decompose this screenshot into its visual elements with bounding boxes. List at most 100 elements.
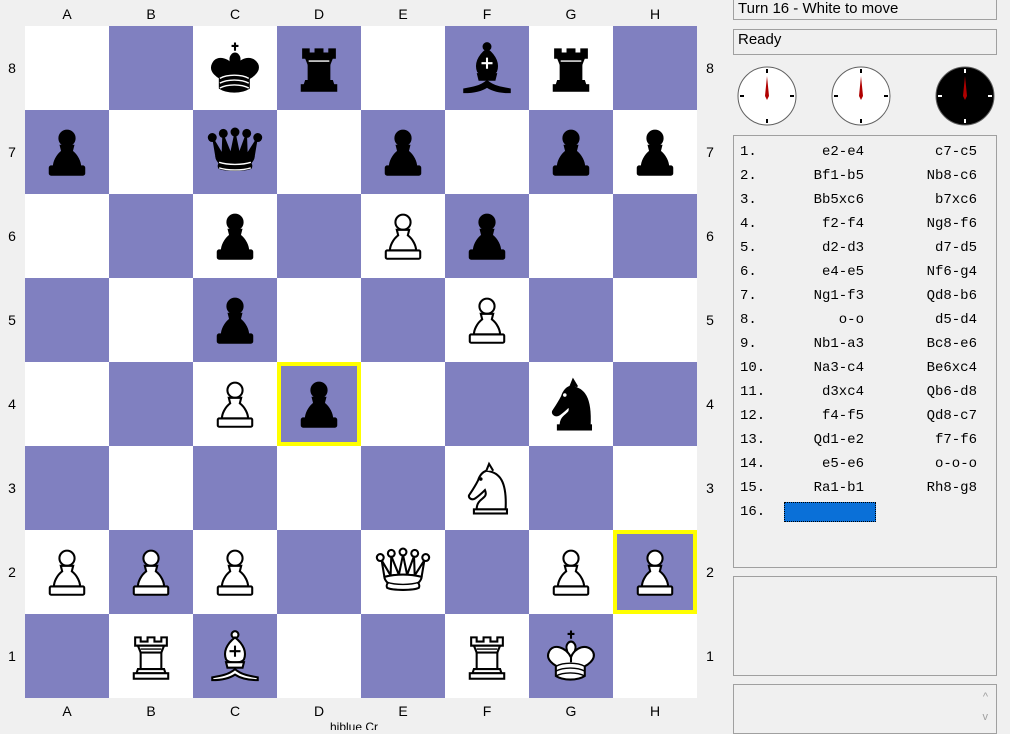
square-c1[interactable] [193,614,277,698]
white-pawn-icon[interactable] [204,541,266,603]
black-rook-icon[interactable] [288,37,350,99]
white-queen-icon[interactable] [372,541,434,603]
black-bishop-icon[interactable] [456,37,518,99]
square-a1[interactable] [25,614,109,698]
square-e7[interactable] [361,110,445,194]
white-pawn-icon[interactable] [540,541,602,603]
white-move[interactable]: Ng1-f3 [764,284,864,308]
black-move[interactable]: d5-d4 [882,308,977,332]
black-move[interactable]: Rh8-g8 [882,476,977,500]
square-f8[interactable] [445,26,529,110]
square-e5[interactable] [361,278,445,362]
square-b4[interactable] [109,362,193,446]
move-row[interactable]: 11. d3xc4 Qb6-d8 [734,380,996,404]
square-e4[interactable] [361,362,445,446]
white-move[interactable]: f2-f4 [764,212,864,236]
white-rook-icon[interactable] [456,625,518,687]
move-row[interactable]: 15. Ra1-b1 Rh8-g8 [734,476,996,500]
square-d6[interactable] [277,194,361,278]
black-pawn-icon[interactable] [204,205,266,267]
square-c6[interactable] [193,194,277,278]
square-f2[interactable] [445,530,529,614]
white-rook-icon[interactable] [120,625,182,687]
square-a2[interactable] [25,530,109,614]
square-d5[interactable] [277,278,361,362]
white-move[interactable]: Nb1-a3 [764,332,864,356]
square-g2[interactable] [529,530,613,614]
square-e1[interactable] [361,614,445,698]
square-c8[interactable] [193,26,277,110]
black-move[interactable]: f7-f6 [882,428,977,452]
black-move[interactable]: Nb8-c6 [882,164,977,188]
white-move[interactable]: e4-e5 [764,260,864,284]
black-move[interactable]: Ng8-f6 [882,212,977,236]
white-move[interactable]: Bb5xc6 [764,188,864,212]
white-move[interactable]: o-o [764,308,864,332]
move-row[interactable]: 12. f4-f5 Qd8-c7 [734,404,996,428]
move-row[interactable]: 13. Qd1-e2 f7-f6 [734,428,996,452]
square-h1[interactable] [613,614,697,698]
square-h7[interactable] [613,110,697,194]
move-row[interactable]: 1. e2-e4 c7-c5 [734,140,996,164]
white-pawn-icon[interactable] [624,541,686,603]
square-a5[interactable] [25,278,109,362]
move-row[interactable]: 5. d2-d3 d7-d5 [734,236,996,260]
move-row[interactable]: 3. Bb5xc6 b7xc6 [734,188,996,212]
black-king-icon[interactable] [204,37,266,99]
square-g5[interactable] [529,278,613,362]
black-move[interactable]: b7xc6 [882,188,977,212]
black-pawn-icon[interactable] [456,205,518,267]
square-a3[interactable] [25,446,109,530]
white-bishop-icon[interactable] [204,625,266,687]
black-move[interactable]: o-o-o [882,452,977,476]
white-pawn-icon[interactable] [372,205,434,267]
scroll-up-icon[interactable]: ^ [983,691,988,703]
square-h3[interactable] [613,446,697,530]
move-row[interactable]: 6. e4-e5 Nf6-g4 [734,260,996,284]
square-d7[interactable] [277,110,361,194]
black-move[interactable]: d7-d5 [882,236,977,260]
square-a6[interactable] [25,194,109,278]
square-d2[interactable] [277,530,361,614]
square-d3[interactable] [277,446,361,530]
white-pawn-icon[interactable] [120,541,182,603]
square-f6[interactable] [445,194,529,278]
square-a4[interactable] [25,362,109,446]
black-pawn-icon[interactable] [204,289,266,351]
white-move[interactable]: e2-e4 [764,140,864,164]
black-rook-icon[interactable] [540,37,602,99]
square-c4[interactable] [193,362,277,446]
square-c7[interactable] [193,110,277,194]
square-g8[interactable] [529,26,613,110]
white-move[interactable]: d2-d3 [764,236,864,260]
move-row[interactable]: 10. Na3-c4 Be6xc4 [734,356,996,380]
square-b2[interactable] [109,530,193,614]
square-b3[interactable] [109,446,193,530]
black-move[interactable]: c7-c5 [882,140,977,164]
square-d1[interactable] [277,614,361,698]
black-move[interactable]: Qb6-d8 [882,380,977,404]
move-row[interactable]: 9. Nb1-a3 Bc8-e6 [734,332,996,356]
black-move[interactable]: Nf6-g4 [882,260,977,284]
square-f4[interactable] [445,362,529,446]
square-b5[interactable] [109,278,193,362]
square-b6[interactable] [109,194,193,278]
square-b7[interactable] [109,110,193,194]
square-e6[interactable] [361,194,445,278]
black-pawn-icon[interactable] [372,121,434,183]
chess-board[interactable] [25,26,697,698]
white-move[interactable]: Bf1-b5 [764,164,864,188]
move-input-box[interactable]: ^ v [733,684,997,734]
move-row[interactable]: 2. Bf1-b5 Nb8-c6 [734,164,996,188]
square-b8[interactable] [109,26,193,110]
square-h6[interactable] [613,194,697,278]
white-king-icon[interactable] [540,625,602,687]
square-d4[interactable] [277,362,361,446]
black-pawn-icon[interactable] [288,373,350,435]
move-row[interactable]: 4. f2-f4 Ng8-f6 [734,212,996,236]
black-queen-icon[interactable] [204,121,266,183]
black-pawn-icon[interactable] [540,121,602,183]
black-move[interactable]: Qd8-b6 [882,284,977,308]
square-b1[interactable] [109,614,193,698]
square-f3[interactable] [445,446,529,530]
